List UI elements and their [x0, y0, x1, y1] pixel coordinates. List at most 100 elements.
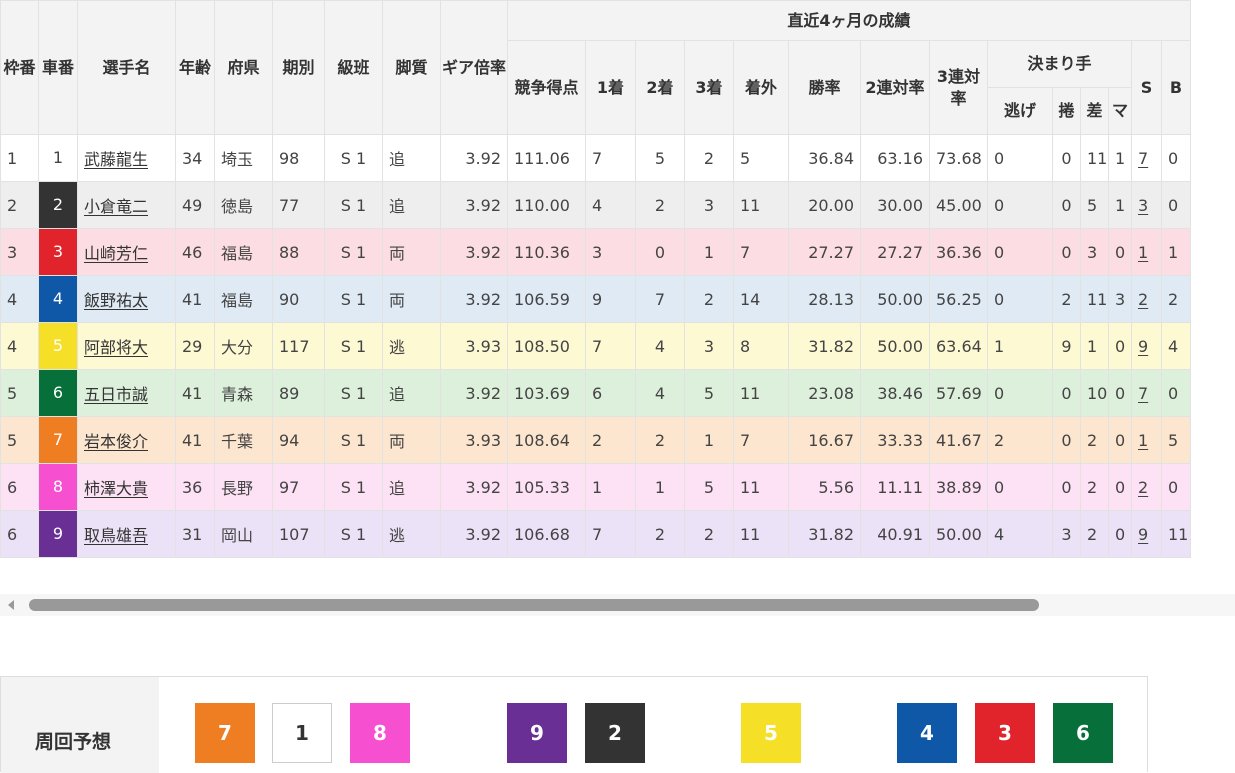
cell-age: 31	[175, 510, 215, 558]
win-value: 27.27	[808, 242, 854, 262]
cell-sashi: 5	[1080, 181, 1109, 229]
ren3-value: 41.67	[936, 430, 982, 450]
table-row: 6 9 取鳥雄吾 31 岡山 107 S 1 逃 3.92 106.68 7 2 2 11 31.82 40.…	[0, 510, 1191, 558]
header-ma: マ	[1108, 87, 1132, 135]
cell-b: 4	[1161, 322, 1191, 370]
b-value: 11	[1168, 524, 1189, 544]
cell-s[interactable]: 9	[1131, 510, 1162, 558]
name-value[interactable]: 阿部将大	[84, 338, 148, 357]
pref-value: 青森	[221, 385, 254, 404]
third-value: 2	[703, 148, 715, 168]
ma-value: 0	[1115, 477, 1126, 497]
score-value: 105.33	[514, 477, 570, 497]
cell-name[interactable]: 小倉竜二	[77, 181, 176, 229]
name-value[interactable]: 武藤龍生	[84, 150, 148, 169]
header-gear: ギア倍率	[440, 0, 508, 135]
ren3-value: 63.64	[936, 336, 982, 356]
cell-name[interactable]: 山崎芳仁	[77, 228, 176, 276]
s-value[interactable]: 2	[1138, 478, 1148, 497]
ren2-value: 50.00	[877, 336, 923, 356]
term-value: 89	[279, 383, 300, 403]
cell-ren2: 38.46	[860, 369, 930, 417]
name-value[interactable]: 山崎芳仁	[84, 244, 148, 263]
cell-sashi: 1	[1080, 322, 1109, 370]
s-value[interactable]: 1	[1138, 431, 1148, 450]
cell-s[interactable]: 2	[1131, 463, 1162, 511]
s-value[interactable]: 2	[1138, 290, 1148, 309]
ma-value: 0	[1115, 524, 1126, 544]
cell-age: 29	[175, 322, 215, 370]
cell-term: 77	[272, 181, 325, 229]
sha-value: 4	[52, 289, 64, 308]
cell-out: 7	[733, 416, 789, 464]
b-value: 1	[1168, 242, 1179, 262]
cell-name[interactable]: 阿部将大	[77, 322, 176, 370]
cell-pref: 埼玉	[214, 134, 273, 182]
cell-name[interactable]: 柿澤大貴	[77, 463, 176, 511]
class-value: S 1	[340, 430, 367, 450]
sashi-value: 2	[1087, 430, 1098, 450]
cell-s[interactable]: 2	[1131, 275, 1162, 323]
age-value: 41	[182, 289, 203, 309]
cell-style: 追	[382, 134, 441, 182]
cell-third: 3	[684, 181, 734, 229]
cell-name[interactable]: 岩本俊介	[77, 416, 176, 464]
class-value: S 1	[340, 336, 367, 356]
s-value[interactable]: 1	[1138, 243, 1148, 262]
cell-waku: 3	[0, 228, 39, 276]
cell-s[interactable]: 7	[1131, 369, 1162, 417]
first-value: 4	[592, 195, 603, 215]
cell-gear: 3.92	[440, 510, 508, 558]
cell-s[interactable]: 1	[1131, 228, 1162, 276]
cell-name[interactable]: 取鳥雄吾	[77, 510, 176, 558]
scrollbar-thumb[interactable]	[29, 599, 1039, 611]
third-value: 3	[703, 195, 715, 215]
cell-s[interactable]: 3	[1131, 181, 1162, 229]
entry-table-container: 枠番 車番 選手名 年齢 府県 期別 級班 脚質 ギア倍率 直近4ヶ月の成績 競…	[0, 0, 1235, 570]
cell-third: 5	[684, 463, 734, 511]
cell-name[interactable]: 五日市誠	[77, 369, 176, 417]
age-value: 41	[182, 383, 203, 403]
horizontal-scrollbar[interactable]	[0, 594, 1235, 616]
cell-sha: 2	[38, 181, 78, 229]
cell-sha: 6	[38, 369, 78, 417]
age-value: 34	[182, 148, 203, 168]
cell-gear: 3.92	[440, 134, 508, 182]
cell-third: 2	[684, 134, 734, 182]
ren3-value: 73.68	[936, 148, 982, 168]
s-value[interactable]: 7	[1138, 384, 1148, 403]
name-value[interactable]: 柿澤大貴	[84, 479, 148, 498]
s-value[interactable]: 9	[1138, 525, 1148, 544]
cell-b: 0	[1161, 134, 1191, 182]
nige-value: 2	[994, 430, 1005, 450]
sashi-value: 5	[1087, 195, 1098, 215]
cell-s[interactable]: 1	[1131, 416, 1162, 464]
cell-sha: 8	[38, 463, 78, 511]
cell-s[interactable]: 9	[1131, 322, 1162, 370]
cell-ma: 1	[1108, 134, 1132, 182]
s-value[interactable]: 3	[1138, 196, 1148, 215]
style-value: 逃	[389, 526, 406, 545]
s-value[interactable]: 7	[1138, 149, 1148, 168]
sha-value: 9	[52, 524, 64, 543]
cell-name[interactable]: 武藤龍生	[77, 134, 176, 182]
cell-ren2: 50.00	[860, 275, 930, 323]
cell-age: 41	[175, 369, 215, 417]
name-value[interactable]: 小倉竜二	[84, 197, 148, 216]
cell-style: 追	[382, 463, 441, 511]
s-value[interactable]: 9	[1138, 337, 1148, 356]
name-value[interactable]: 五日市誠	[84, 385, 148, 404]
cell-age: 36	[175, 463, 215, 511]
second-value: 2	[654, 524, 666, 544]
name-value[interactable]: 岩本俊介	[84, 432, 148, 451]
scroll-left-arrow-icon[interactable]	[8, 600, 14, 610]
sha-value: 1	[52, 148, 64, 167]
name-value[interactable]: 取鳥雄吾	[84, 526, 148, 545]
cell-style: 両	[382, 228, 441, 276]
makuri-value: 0	[1061, 242, 1072, 262]
cell-sha: 4	[38, 275, 78, 323]
cell-name[interactable]: 飯野祐太	[77, 275, 176, 323]
name-value[interactable]: 飯野祐太	[84, 291, 148, 310]
cell-s[interactable]: 7	[1131, 134, 1162, 182]
header-ren3: 3連対率	[929, 40, 988, 135]
